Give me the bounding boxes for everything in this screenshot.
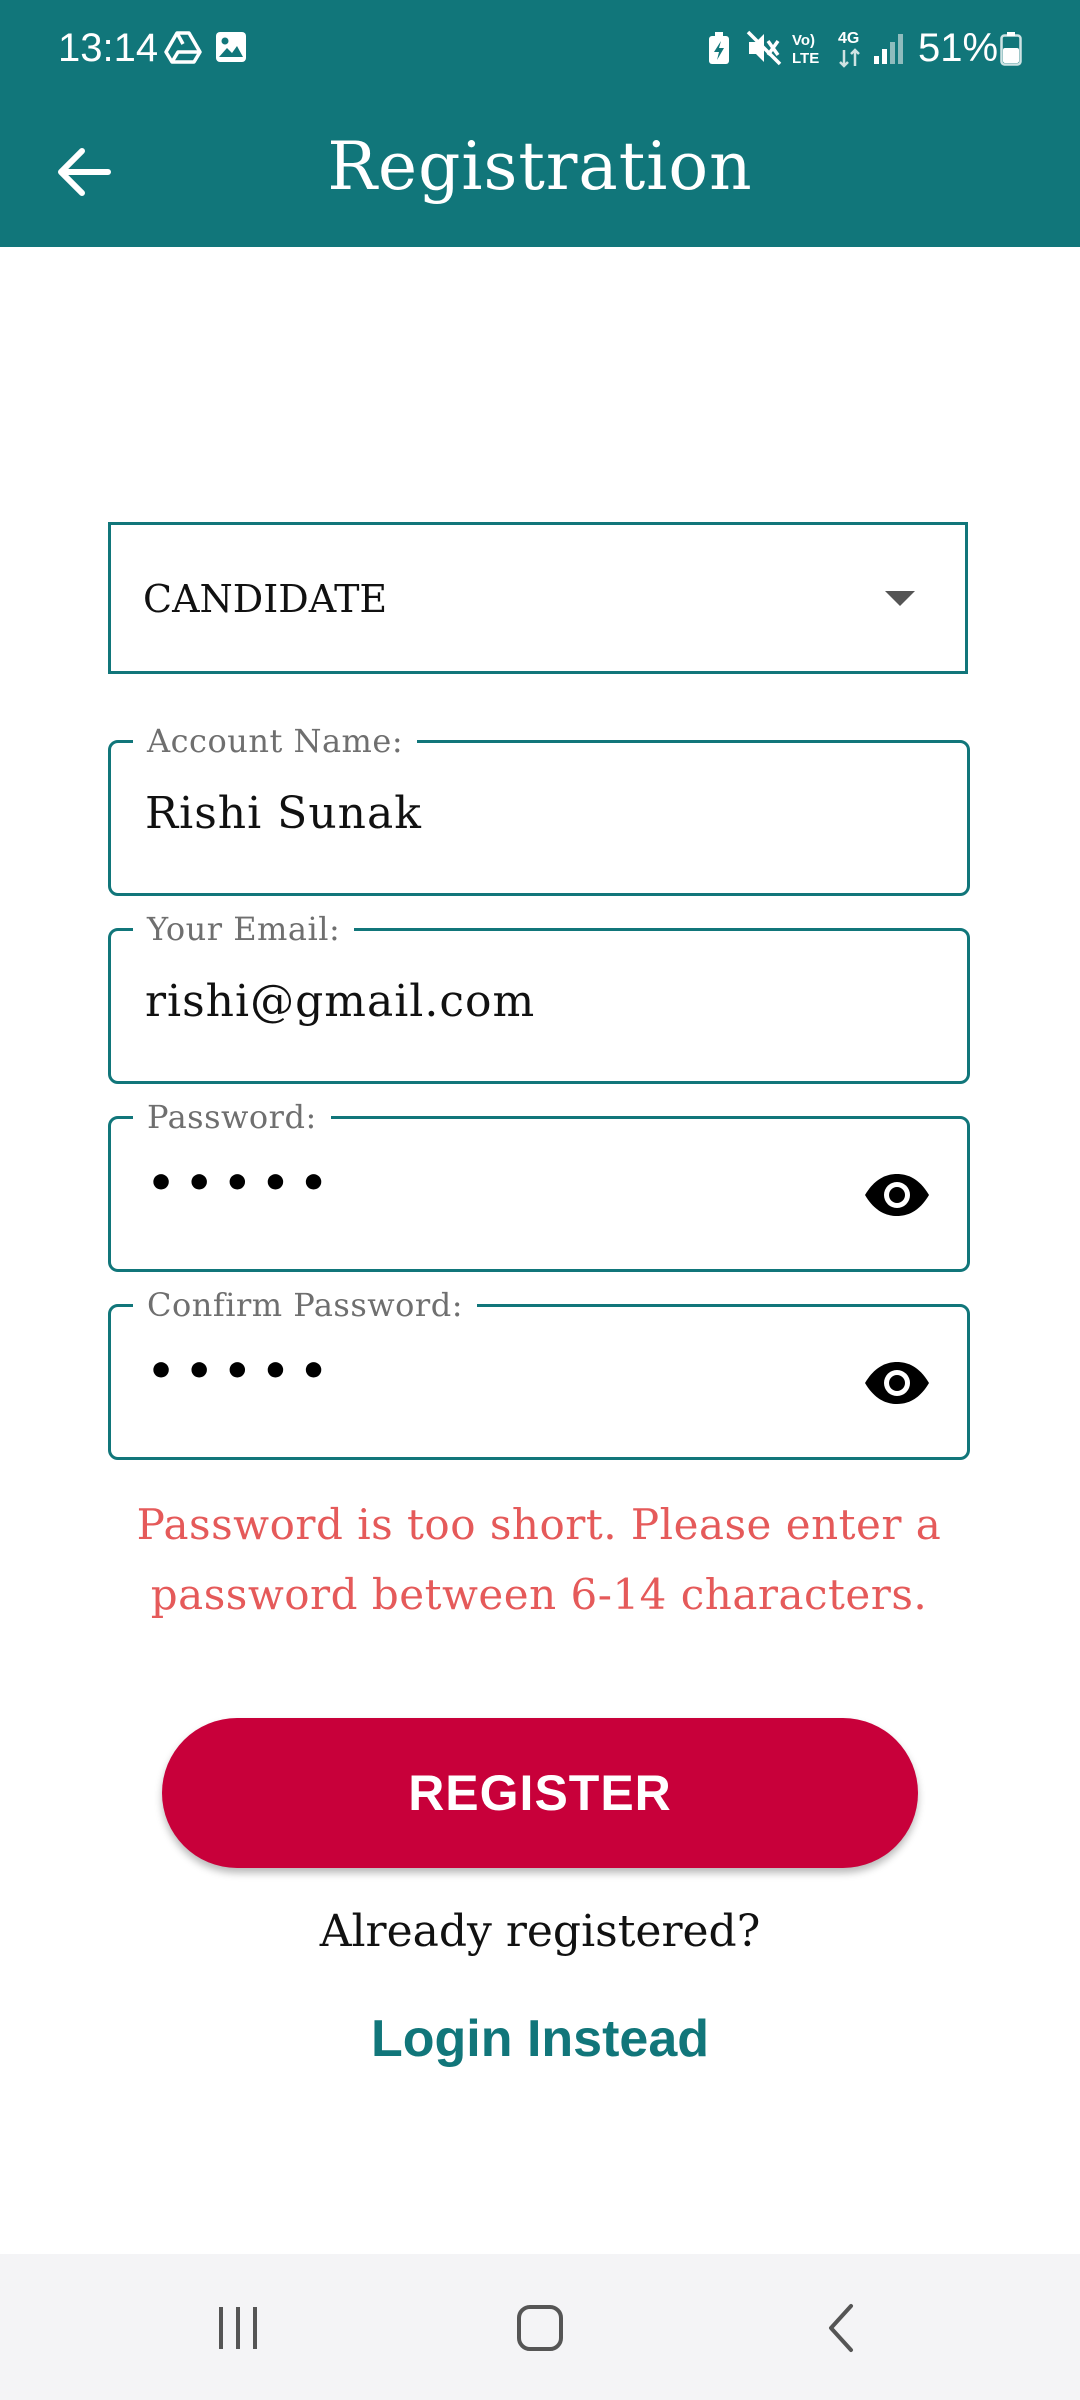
account-name-value: Rishi Sunak — [145, 788, 422, 839]
page-title: Registration — [327, 128, 753, 205]
role-dropdown[interactable]: CANDIDATE — [108, 522, 968, 674]
already-registered-text: Already registered? — [319, 1906, 761, 1957]
password-error-message: Password is too short. Please enter a pa… — [136, 1500, 942, 1619]
header: 13:14 Vo) LTE 4G 51% Registration — [0, 0, 1080, 247]
confirm-password-value: ••••• — [147, 1346, 338, 1397]
password-field[interactable]: Password: ••••• — [108, 1097, 970, 1272]
password-value: ••••• — [147, 1158, 338, 1209]
battery-percentage: 51% — [918, 26, 999, 70]
svg-text:LTE: LTE — [792, 50, 819, 66]
svg-text:Vo): Vo) — [792, 32, 815, 49]
home-icon — [517, 2305, 563, 2351]
4g-icon: 4G — [838, 30, 860, 68]
eye-icon — [865, 1362, 929, 1404]
email-field[interactable]: Your Email: rishi@gmail.com — [108, 909, 970, 1084]
navigation-bar — [0, 2254, 1080, 2400]
email-value: rishi@gmail.com — [145, 976, 536, 1027]
signal-icon — [874, 34, 903, 64]
account-name-field[interactable]: Account Name: Rishi Sunak — [108, 721, 970, 896]
password-label: Password: — [133, 1097, 331, 1137]
login-instead-link[interactable]: Login Instead — [340, 2006, 740, 2072]
nav-back-button[interactable] — [802, 2292, 882, 2364]
volte-icon: Vo) LTE — [792, 32, 819, 66]
app-bar: Registration — [0, 98, 1080, 247]
account-name-label: Account Name: — [133, 721, 418, 761]
confirm-password-label: Confirm Password: — [133, 1285, 477, 1325]
recents-icon — [219, 2307, 257, 2349]
role-dropdown-value: CANDIDATE — [143, 577, 388, 621]
email-label: Your Email: — [133, 909, 355, 949]
back-icon — [829, 2304, 853, 2352]
svg-text:4G: 4G — [838, 30, 859, 47]
image-icon — [216, 32, 246, 62]
chevron-down-icon — [885, 591, 915, 606]
battery-saver-icon — [709, 32, 729, 64]
eye-icon — [865, 1174, 929, 1216]
password-visibility-toggle[interactable] — [863, 1165, 931, 1225]
register-button[interactable]: REGISTER — [162, 1718, 918, 1868]
status-time: 13:14 — [58, 26, 159, 70]
drive-icon — [164, 31, 202, 64]
confirm-password-visibility-toggle[interactable] — [863, 1353, 931, 1413]
mute-icon — [746, 30, 782, 66]
status-bar: 13:14 Vo) LTE 4G 51% — [0, 0, 1080, 98]
recents-button[interactable] — [198, 2292, 278, 2364]
confirm-password-field[interactable]: Confirm Password: ••••• — [108, 1285, 970, 1460]
home-button[interactable] — [500, 2292, 580, 2364]
battery-icon — [1000, 32, 1022, 66]
